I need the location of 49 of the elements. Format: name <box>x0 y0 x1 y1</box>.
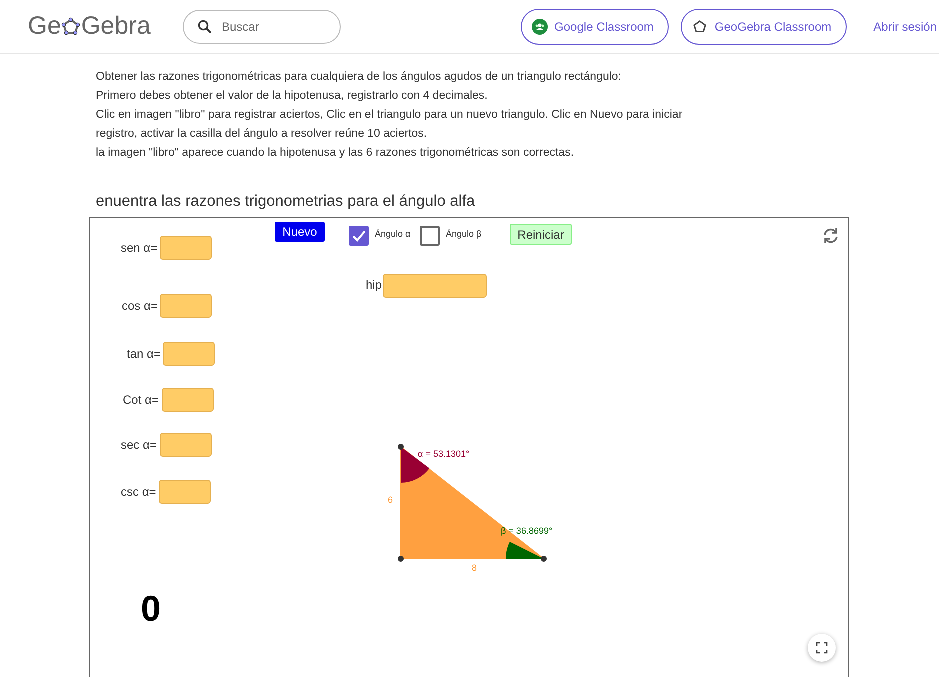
input-field[interactable] <box>162 388 214 412</box>
checkbox-label: Ángulo α <box>375 229 411 239</box>
fullscreen-button[interactable] <box>808 634 836 662</box>
input-field[interactable] <box>160 294 212 318</box>
field-label: Cot α= <box>123 392 159 409</box>
instruction-text: registro, activar la casilla del ángulo a resolver reúne 10 aciertos. <box>96 127 428 142</box>
classroom-button[interactable]: Google Classroom <box>520 8 669 44</box>
refresh-icon[interactable] <box>822 227 840 245</box>
side-label: 8 <box>472 563 478 573</box>
side-label: 6 <box>388 495 394 505</box>
fullscreen-icon <box>816 642 828 654</box>
classroom-button[interactable]: GeoGebra Classroom <box>680 8 847 44</box>
checkbox[interactable] <box>420 226 440 246</box>
vertex-point[interactable] <box>541 556 547 562</box>
field-label: hip <box>366 278 382 292</box>
search-icon <box>198 20 212 34</box>
field-label: sen α= <box>121 240 158 257</box>
logo-icon <box>692 18 708 34</box>
applet-title: enuentra las razones trigonometrias para el ángulo alfa <box>96 193 476 211</box>
field-label: csc α= <box>121 484 156 501</box>
angle-label: α = 53.1301° <box>418 449 470 459</box>
instruction-text: Primero debes obtener el valor de la hipotenusa, registrarlo con 4 decimales. <box>96 89 489 104</box>
input-field[interactable] <box>383 274 487 298</box>
search-field[interactable]: Buscar <box>183 10 341 44</box>
instruction-text: Clic en imagen "libro" para registrar aciertos, Clic en el triangulo para un nuevo triangulo. Clic en Nuevo para iniciar <box>96 108 684 123</box>
angle-arc <box>506 542 544 559</box>
checkbox-label: Ángulo β <box>446 229 482 239</box>
logo-icon <box>61 16 82 36</box>
field-label: cos α= <box>122 298 158 315</box>
checkbox[interactable] <box>349 226 369 246</box>
instruction-text: Obtener las razones trigonométricas para cualquiera de los ángulos agudos de un triangulo rectángulo: <box>96 70 622 85</box>
field-label: tan α= <box>127 346 161 363</box>
angle-arc <box>401 447 430 483</box>
reset-button[interactable]: Reiniciar <box>510 224 572 245</box>
score-counter: 0 <box>141 588 162 630</box>
sign-in-link[interactable]: Abrir sesión <box>874 20 937 34</box>
angle-label: β = 36.8699° <box>501 526 553 536</box>
logo-text: Ge <box>28 12 62 41</box>
logo-text: Gebra <box>81 12 151 41</box>
classroom-icon <box>532 18 548 34</box>
vertex-point[interactable] <box>398 556 404 562</box>
instruction-text: la imagen "libro" aparece cuando la hipotenusa y las 6 razones trigonométricas son correctas. <box>96 146 576 161</box>
new-button[interactable]: Nuevo <box>275 222 325 242</box>
input-field[interactable] <box>160 433 212 457</box>
field-label: sec α= <box>121 437 157 454</box>
input-field[interactable] <box>160 236 212 260</box>
input-field[interactable] <box>159 480 211 504</box>
input-field[interactable] <box>163 342 215 366</box>
vertex-point[interactable] <box>398 444 404 450</box>
